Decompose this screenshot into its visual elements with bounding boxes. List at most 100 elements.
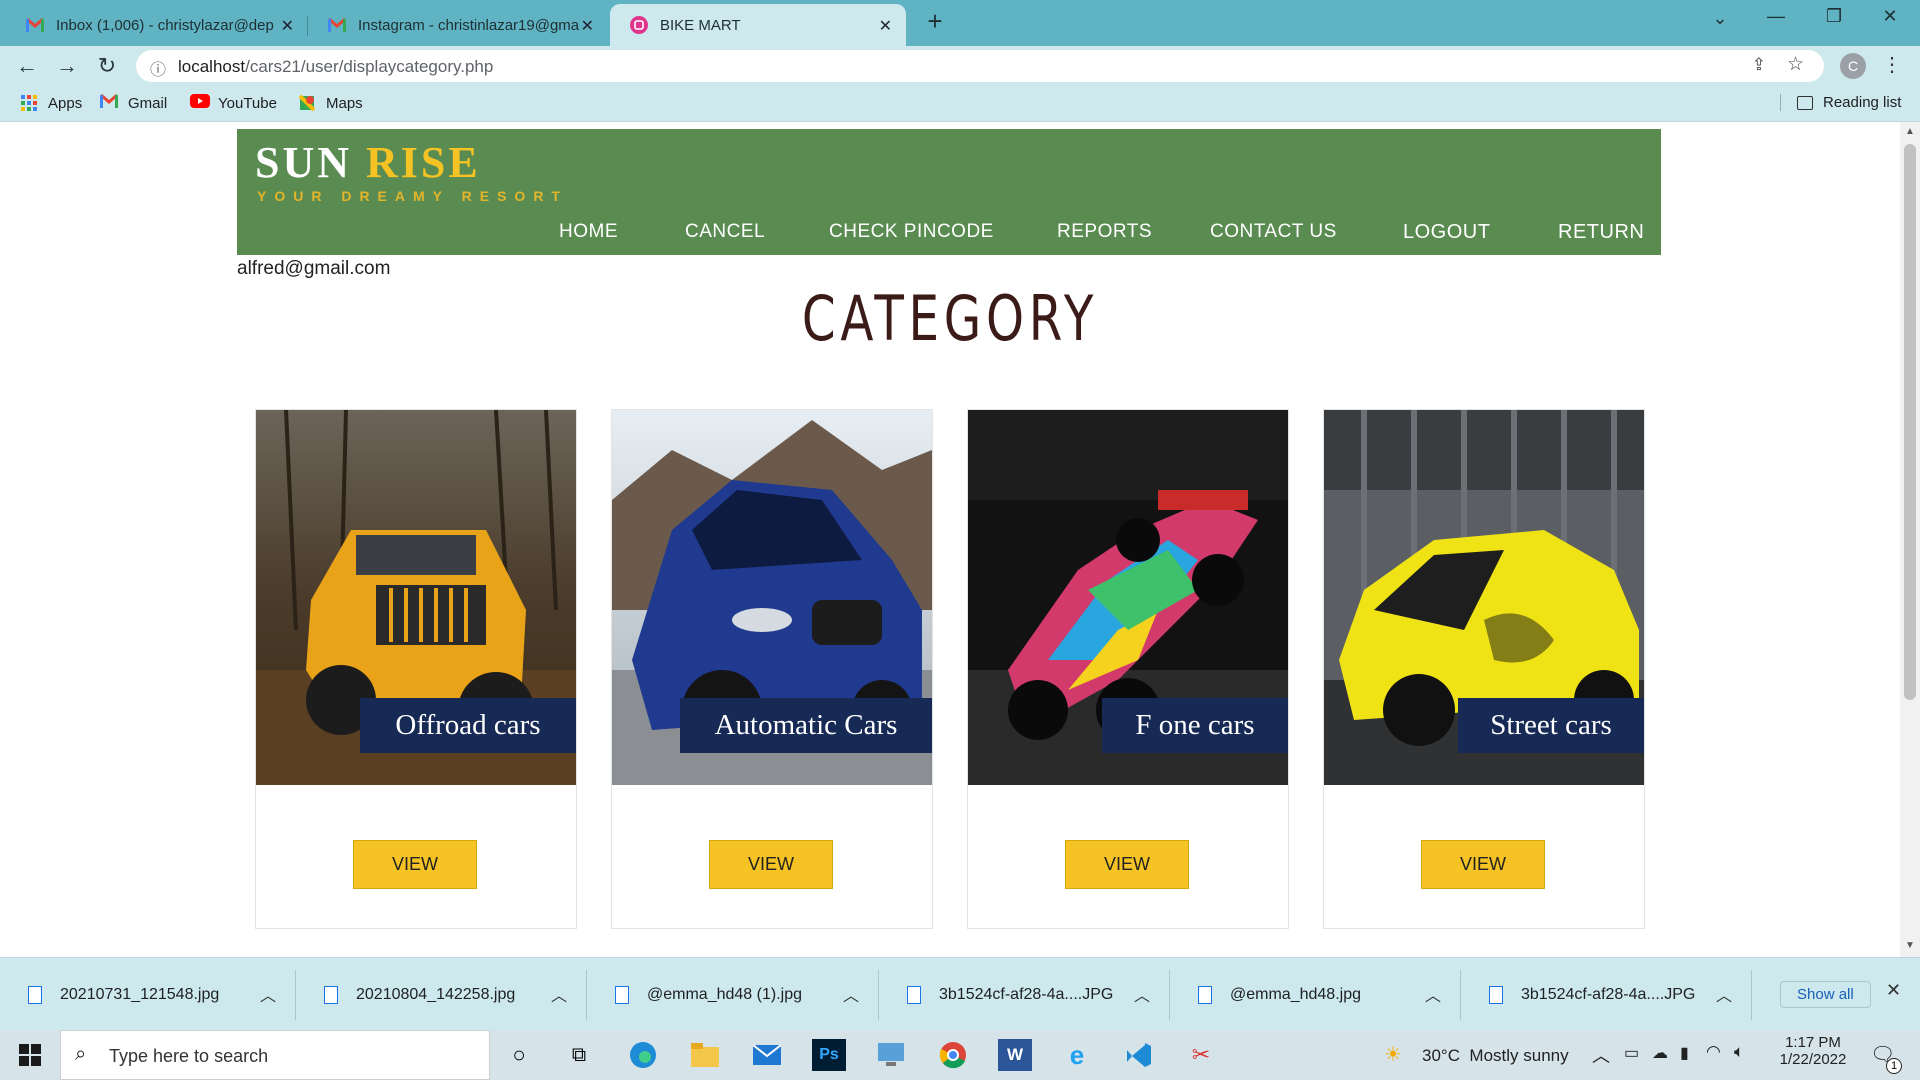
restore-icon[interactable]: ❐ [1814, 6, 1854, 27]
close-window-icon[interactable]: ✕ [1870, 6, 1910, 27]
download-item[interactable]: @emma_hd48.jpg ︿ [1170, 958, 1461, 1031]
page-viewport: SUN RISE YOUR DREAMY RESORT HOME CANCEL … [0, 122, 1900, 930]
nav-cancel[interactable]: CANCEL [685, 221, 765, 243]
close-icon[interactable]: ✕ [581, 16, 594, 36]
bookmark-gmail[interactable]: Gmail [100, 93, 167, 112]
download-item[interactable]: 3b1524cf-af28-4a....JPG ︿ [879, 958, 1170, 1031]
show-hidden-icons[interactable]: ︿ [1592, 1042, 1610, 1068]
download-filename: @emma_hd48 (1).jpg [647, 985, 802, 1003]
snipping-tool-icon[interactable]: ✂ [1184, 1039, 1218, 1071]
tab-gmail-inbox[interactable]: Inbox (1,006) - christylazar@dep ✕ [6, 4, 308, 46]
battery-icon[interactable]: ▮ [1680, 1043, 1689, 1063]
close-downloads-icon[interactable]: ✕ [1886, 980, 1901, 1001]
chevron-up-icon[interactable]: ︿ [1425, 982, 1441, 1006]
nav-home[interactable]: HOME [559, 221, 618, 243]
show-all-button[interactable]: Show all [1780, 981, 1871, 1008]
task-view-icon[interactable]: ⧉ [562, 1039, 596, 1071]
meet-now-icon[interactable]: ▭ [1624, 1043, 1639, 1063]
bookmark-youtube[interactable]: YouTube [190, 94, 277, 112]
reading-list-button[interactable]: Reading list [1780, 94, 1901, 111]
file-icon [1198, 985, 1212, 1004]
internet-explorer-icon[interactable]: e [1060, 1039, 1094, 1071]
nav-logout[interactable]: LOGOUT [1403, 221, 1490, 244]
apps-grid-icon [20, 94, 38, 112]
windows-taskbar: ⌕ Type here to search ○ ⧉ Ps W e ✂ ☀ 30°… [0, 1030, 1920, 1080]
new-tab-button[interactable]: + [920, 6, 950, 37]
search-placeholder: Type here to search [109, 1046, 269, 1066]
nav-reports[interactable]: REPORTS [1057, 221, 1152, 243]
edge-icon[interactable] [626, 1039, 660, 1071]
weather-text[interactable]: 30°C Mostly sunny [1422, 1046, 1569, 1066]
nav-return[interactable]: RETURN [1558, 221, 1644, 244]
info-icon[interactable]: ⓘ [150, 56, 166, 80]
volume-icon[interactable]: 🔈︎ [1734, 1042, 1744, 1062]
bookmark-label: YouTube [218, 94, 277, 112]
url-host: localhost [178, 57, 246, 76]
scroll-down-icon[interactable]: ▼ [1905, 940, 1915, 951]
minimize-icon[interactable]: — [1756, 6, 1796, 27]
clock[interactable]: 1:17 PM 1/22/2022 [1770, 1034, 1856, 1068]
download-item[interactable]: 20210731_121548.jpg ︿ [0, 958, 296, 1031]
category-label: Offroad cars [360, 698, 576, 753]
scrollbar-thumb[interactable] [1904, 144, 1916, 700]
site-icon [630, 16, 648, 34]
wifi-icon[interactable]: ◠ [1706, 1042, 1721, 1062]
view-button[interactable]: VIEW [1421, 840, 1545, 889]
scroll-up-icon[interactable]: ▲ [1905, 126, 1915, 137]
share-icon[interactable]: ⇪ [1752, 55, 1766, 75]
bookmark-apps[interactable]: Apps [20, 94, 82, 112]
chevron-up-icon[interactable]: ︿ [260, 982, 276, 1006]
star-icon[interactable]: ☆ [1787, 53, 1804, 76]
tab-title: BIKE MART [660, 16, 741, 34]
cortana-icon[interactable]: ○ [502, 1039, 536, 1071]
browser-tab-strip: Inbox (1,006) - christylazar@dep ✕ Insta… [0, 0, 1920, 46]
view-button[interactable]: VIEW [1065, 840, 1189, 889]
close-icon[interactable]: ✕ [879, 16, 892, 36]
address-bar[interactable]: ⓘ localhost/cars21/user/displaycategory.… [136, 50, 1824, 82]
clock-time: 1:17 PM [1785, 1034, 1841, 1051]
chevron-up-icon[interactable]: ︿ [551, 982, 567, 1006]
download-item[interactable]: @emma_hd48 (1).jpg ︿ [587, 958, 879, 1031]
tab-title: Inbox (1,006) - christylazar@dep [56, 16, 274, 34]
chevron-up-icon[interactable]: ︿ [1134, 982, 1150, 1006]
back-icon[interactable]: ← [14, 53, 40, 79]
nav-check-pincode[interactable]: CHECK PINCODE [829, 221, 994, 243]
gmail-icon [26, 16, 44, 34]
category-label: Automatic Cars [680, 698, 932, 753]
onedrive-icon[interactable]: ☁ [1652, 1043, 1668, 1063]
file-icon [615, 985, 629, 1004]
bookmark-maps[interactable]: Maps [298, 94, 363, 112]
file-explorer-icon[interactable] [688, 1039, 722, 1071]
chevron-up-icon[interactable]: ︿ [1716, 982, 1732, 1006]
reload-icon[interactable]: ↻ [94, 53, 120, 79]
view-button[interactable]: VIEW [709, 840, 833, 889]
forward-icon[interactable]: → [54, 53, 80, 79]
word-icon[interactable]: W [998, 1039, 1032, 1071]
chrome-icon[interactable] [936, 1039, 970, 1071]
desktop-app-icon[interactable] [874, 1039, 908, 1071]
close-icon[interactable]: ✕ [281, 16, 294, 36]
vscode-icon[interactable] [1122, 1039, 1156, 1071]
profile-avatar[interactable]: C [1840, 53, 1866, 79]
tab-bike-mart[interactable]: BIKE MART ✕ [610, 4, 906, 46]
tab-search-icon[interactable]: ⌄ [1700, 8, 1740, 29]
windows-start-icon[interactable] [13, 1039, 47, 1071]
photoshop-icon[interactable]: Ps [812, 1039, 846, 1071]
gmail-icon [328, 16, 346, 34]
download-item[interactable]: 20210804_142258.jpg ︿ [296, 958, 587, 1031]
page-scrollbar[interactable]: ▲ ▼ [1900, 122, 1920, 957]
weather-icon: ☀ [1384, 1044, 1402, 1066]
menu-icon[interactable]: ⋮ [1882, 52, 1902, 77]
nav-contact-us[interactable]: CONTACT US [1210, 221, 1337, 243]
site-logo[interactable]: SUN RISE [255, 137, 481, 188]
download-item[interactable]: 3b1524cf-af28-4a....JPG ︿ [1461, 958, 1752, 1031]
mail-icon[interactable] [750, 1039, 784, 1071]
taskbar-search-box[interactable]: ⌕ Type here to search [60, 1030, 490, 1080]
tab-instagram[interactable]: Instagram - christinlazar19@gma ✕ [308, 4, 608, 46]
tab-title: Instagram - christinlazar19@gma [358, 16, 580, 34]
bookmarks-bar: Apps Gmail YouTube Maps Reading list [0, 86, 1920, 122]
chevron-up-icon[interactable]: ︿ [843, 982, 859, 1006]
view-button[interactable]: VIEW [353, 840, 477, 889]
url-path: /cars21/user/displaycategory.php [245, 57, 494, 76]
logo-rise: RISE [366, 138, 481, 187]
